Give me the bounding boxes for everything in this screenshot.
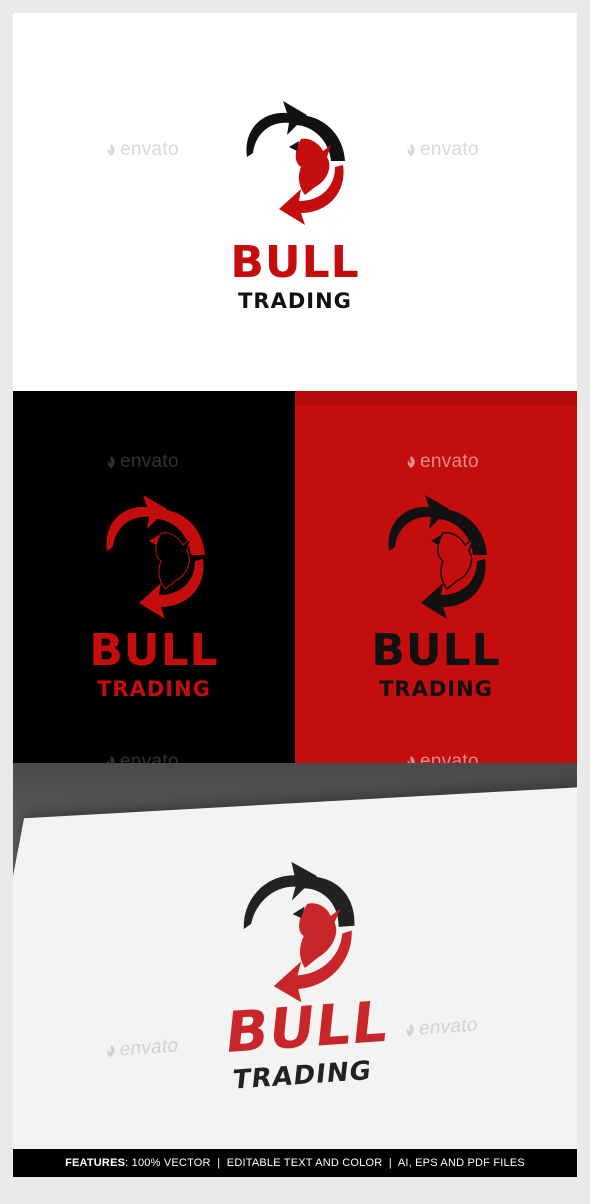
envato-leaf-icon bbox=[407, 756, 415, 763]
envato-leaf-icon bbox=[407, 456, 415, 468]
logo-wordmark: BULL TRADING bbox=[13, 629, 295, 700]
features-footer: FEATURES : 100% VECTOR | EDITABLE TEXT A… bbox=[13, 1149, 577, 1177]
bull-arrow-logo-icon bbox=[246, 101, 345, 225]
envato-leaf-icon bbox=[107, 756, 115, 763]
preview-frame: envato envato BULL TRADING envato envato… bbox=[13, 13, 577, 1177]
logo-word-bull: BULL bbox=[371, 625, 501, 676]
logo-word-bull: BULL bbox=[230, 237, 360, 288]
bull-arrow-logo-icon bbox=[243, 861, 355, 1003]
logo-wordmark: BULL TRADING bbox=[13, 241, 577, 312]
features-text: : 100% VECTOR | EDITABLE TEXT AND COLOR … bbox=[125, 1157, 525, 1169]
envato-watermark: envato bbox=[105, 139, 179, 161]
white-logo-panel: envato envato BULL TRADING bbox=[13, 13, 577, 391]
red-logo-panel: envato envato BULL TRADING bbox=[295, 391, 577, 763]
top-strip bbox=[295, 391, 577, 405]
mockup-logo-group: envato envato BULL TRADING bbox=[13, 763, 577, 1149]
logo-word-bull: BULL bbox=[89, 625, 219, 676]
envato-watermark: envato bbox=[105, 751, 179, 763]
black-logo-panel: envato envato BULL TRADING bbox=[13, 391, 295, 763]
bull-arrow-logo-icon bbox=[388, 495, 487, 619]
envato-watermark: envato bbox=[405, 139, 479, 161]
envato-leaf-icon bbox=[407, 144, 415, 156]
logo-wordmark: BULL TRADING bbox=[295, 629, 577, 700]
features-label: FEATURES bbox=[65, 1157, 126, 1169]
envato-watermark: envato bbox=[105, 451, 179, 473]
bull-arrow-logo-icon bbox=[106, 495, 205, 619]
envato-watermark: envato bbox=[405, 451, 479, 473]
logo-word-trading: TRADING bbox=[238, 289, 352, 313]
logo-word-trading: TRADING bbox=[97, 677, 211, 701]
logo-word-trading: TRADING bbox=[379, 677, 493, 701]
logo-wordmark: BULL TRADING bbox=[20, 980, 577, 1108]
envato-leaf-icon bbox=[107, 144, 115, 156]
envato-leaf-icon bbox=[107, 456, 115, 468]
envato-watermark: envato bbox=[405, 751, 479, 763]
paper-mockup-panel: envato envato BULL TRADING bbox=[13, 763, 577, 1149]
